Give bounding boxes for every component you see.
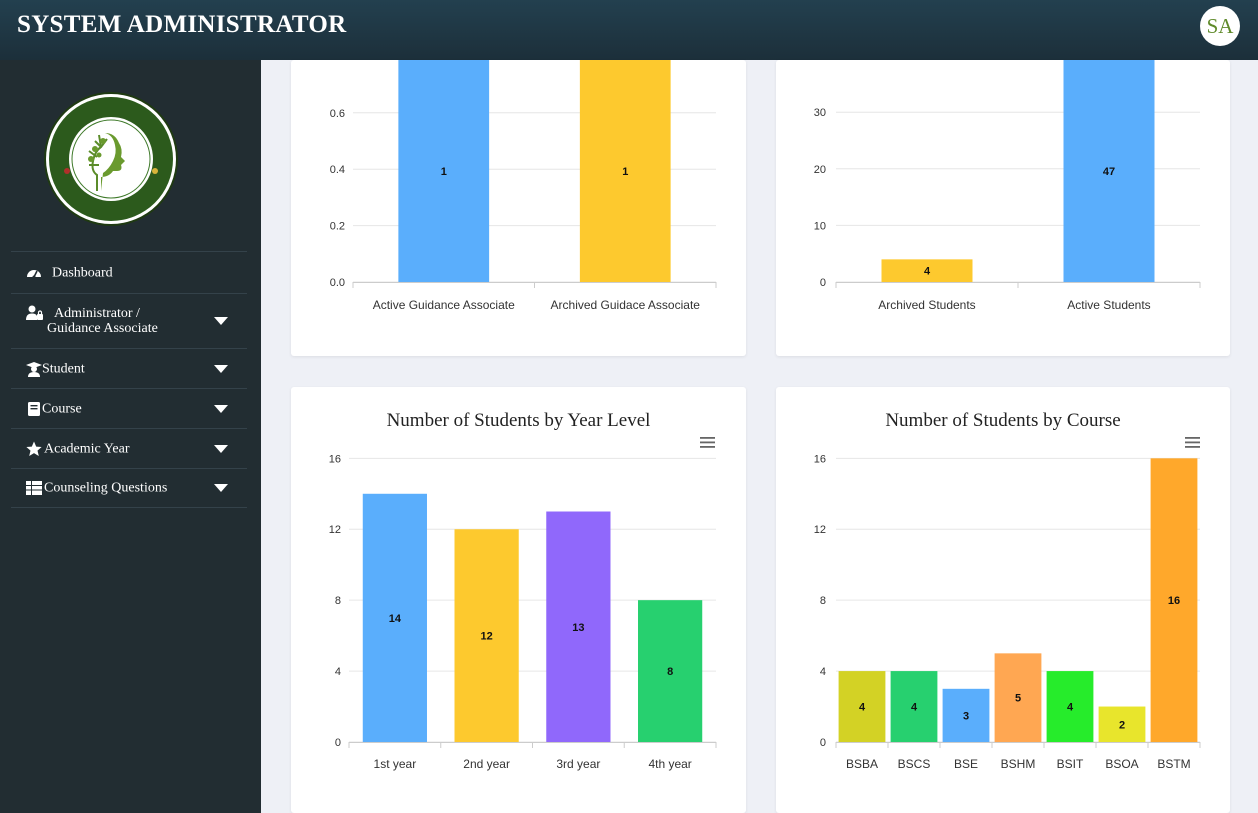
data-label: 13 bbox=[572, 622, 584, 634]
y-tick-label: 30 bbox=[814, 107, 826, 119]
x-category-label: 4th year bbox=[648, 757, 691, 771]
sidebar: Dashboard Administrator / Guidance Assoc… bbox=[0, 60, 261, 813]
sidebar-item-academic-year[interactable]: Academic Year bbox=[11, 428, 247, 468]
chevron-down-icon[interactable] bbox=[214, 317, 228, 325]
x-category-label: BSTM bbox=[1157, 757, 1190, 771]
guidance-associates-chart-card: 0.0 0.2 0.4 0.6 1 Active Guidance Associate 1 A… bbox=[291, 60, 746, 356]
y-tick-label: 0.2 bbox=[330, 221, 345, 233]
chevron-down-icon[interactable] bbox=[214, 404, 228, 413]
y-tick-label: 0.4 bbox=[330, 164, 345, 176]
top-bar: SYSTEM ADMINISTRATOR SA bbox=[0, 0, 1258, 60]
students-by-year-level-chart-card: Number of Students by Year Level 0 4 8 12 16 1… bbox=[291, 387, 746, 813]
sidebar-item-label: Academic Year bbox=[44, 441, 130, 456]
data-label: 47 bbox=[1103, 166, 1115, 178]
data-label: 8 bbox=[667, 666, 673, 678]
y-tick-label: 0.6 bbox=[330, 108, 345, 120]
y-tick-label: 8 bbox=[335, 595, 341, 607]
y-tick-label: 0.0 bbox=[330, 277, 345, 289]
data-label: 1 bbox=[441, 166, 447, 178]
y-tick-label: 0 bbox=[820, 277, 826, 289]
data-label: 1 bbox=[622, 166, 628, 178]
data-label: 4 bbox=[1067, 702, 1074, 714]
students-by-course-bar-chart: Number of Students by Course 0 4 8 12 16 4 BSBA… bbox=[814, 410, 1201, 771]
user-avatar[interactable]: SA bbox=[1200, 6, 1240, 46]
y-tick-label: 4 bbox=[820, 666, 826, 678]
chart-title: Number of Students by Course bbox=[885, 410, 1120, 431]
table-icon bbox=[26, 481, 42, 495]
gauge-icon bbox=[27, 269, 41, 278]
x-category-label: Archived Students bbox=[878, 298, 975, 312]
hamburger-menu-line bbox=[700, 446, 715, 448]
chart-title: Number of Students by Year Level bbox=[387, 410, 651, 431]
hamburger-menu-icon[interactable] bbox=[1185, 437, 1200, 448]
y-tick-label: 0 bbox=[335, 737, 341, 749]
y-tick-label: 16 bbox=[814, 453, 826, 465]
hamburger-menu-line bbox=[700, 441, 715, 444]
x-category-label: Active Students bbox=[1067, 298, 1150, 312]
x-category-label: 1st year bbox=[374, 757, 417, 771]
hamburger-menu-line bbox=[1185, 446, 1200, 448]
hamburger-menu-icon[interactable] bbox=[700, 437, 715, 448]
y-tick-label: 20 bbox=[814, 164, 826, 176]
x-category-label: 2nd year bbox=[463, 757, 510, 771]
x-category-label: BSE bbox=[954, 757, 978, 771]
sidebar-item-label: Course bbox=[42, 401, 82, 416]
chevron-down-icon[interactable] bbox=[214, 444, 228, 453]
students-status-chart-card: 0 10 20 30 4 Archived Students 47 Active Studen… bbox=[776, 60, 1230, 356]
sidebar-item-counseling-questions[interactable]: Counseling Questions bbox=[11, 468, 247, 508]
data-label: 12 bbox=[481, 631, 493, 643]
office-of-student-affairs-logo bbox=[44, 92, 178, 226]
sidebar-item-student[interactable]: Student bbox=[11, 348, 247, 388]
data-label: 16 bbox=[1168, 595, 1180, 607]
students-status-bar-chart: 0 10 20 30 4 Archived Students 47 Active Studen… bbox=[814, 60, 1201, 312]
graduate-icon bbox=[26, 361, 42, 377]
hamburger-menu-line bbox=[700, 437, 715, 439]
x-category-label: BSBA bbox=[846, 757, 878, 771]
x-category-label: Active Guidance Associate bbox=[373, 298, 515, 312]
x-category-label: BSIT bbox=[1057, 757, 1084, 771]
guidance-associates-bar-chart: 0.0 0.2 0.4 0.6 1 Active Guidance Associate 1 A… bbox=[330, 60, 717, 312]
x-category-label: 3rd year bbox=[556, 757, 600, 771]
data-label: 4 bbox=[911, 702, 918, 714]
user-lock-icon bbox=[26, 305, 43, 320]
sidebar-item-label: Administrator / Guidance Associate bbox=[47, 306, 158, 336]
y-tick-label: 12 bbox=[329, 524, 341, 536]
x-category-label: Archived Guidace Associate bbox=[551, 298, 701, 312]
y-tick-label: 4 bbox=[335, 666, 341, 678]
hamburger-menu-line bbox=[1185, 441, 1200, 444]
data-label: 3 bbox=[963, 710, 969, 722]
sidebar-item-label: Dashboard bbox=[52, 265, 113, 280]
x-category-label: BSOA bbox=[1105, 757, 1138, 771]
data-label: 5 bbox=[1015, 693, 1021, 705]
sidebar-item-label: Counseling Questions bbox=[44, 480, 168, 496]
star-icon bbox=[26, 441, 42, 456]
chevron-down-icon[interactable] bbox=[214, 364, 228, 373]
sidebar-item-administrator[interactable]: Administrator / Guidance Associate bbox=[11, 293, 247, 348]
students-by-course-chart-card: Number of Students by Course 0 4 8 12 16 4 BSBA… bbox=[776, 387, 1230, 813]
x-category-label: BSCS bbox=[898, 757, 931, 771]
app-title: SYSTEM ADMINISTRATOR bbox=[17, 11, 347, 38]
sidebar-item-dashboard[interactable]: Dashboard bbox=[11, 251, 247, 293]
y-tick-label: 8 bbox=[820, 595, 826, 607]
sidebar-nav: Dashboard Administrator / Guidance Assoc… bbox=[11, 251, 247, 508]
book-icon bbox=[28, 401, 40, 416]
y-tick-label: 16 bbox=[329, 453, 341, 465]
data-label: 4 bbox=[924, 266, 931, 278]
data-label: 2 bbox=[1119, 719, 1125, 731]
data-label: 4 bbox=[859, 702, 866, 714]
y-tick-label: 10 bbox=[814, 220, 826, 232]
students-by-year-level-bar-chart: Number of Students by Year Level 0 4 8 12 16 1… bbox=[329, 410, 717, 771]
sidebar-item-course[interactable]: Course bbox=[11, 388, 247, 428]
y-tick-label: 12 bbox=[814, 524, 826, 536]
data-label: 14 bbox=[389, 613, 402, 625]
y-tick-label: 0 bbox=[820, 737, 826, 749]
hamburger-menu-line bbox=[1185, 437, 1200, 439]
x-category-label: BSHM bbox=[1001, 757, 1036, 771]
chevron-down-icon[interactable] bbox=[214, 484, 228, 492]
sidebar-item-label: Student bbox=[42, 361, 85, 376]
